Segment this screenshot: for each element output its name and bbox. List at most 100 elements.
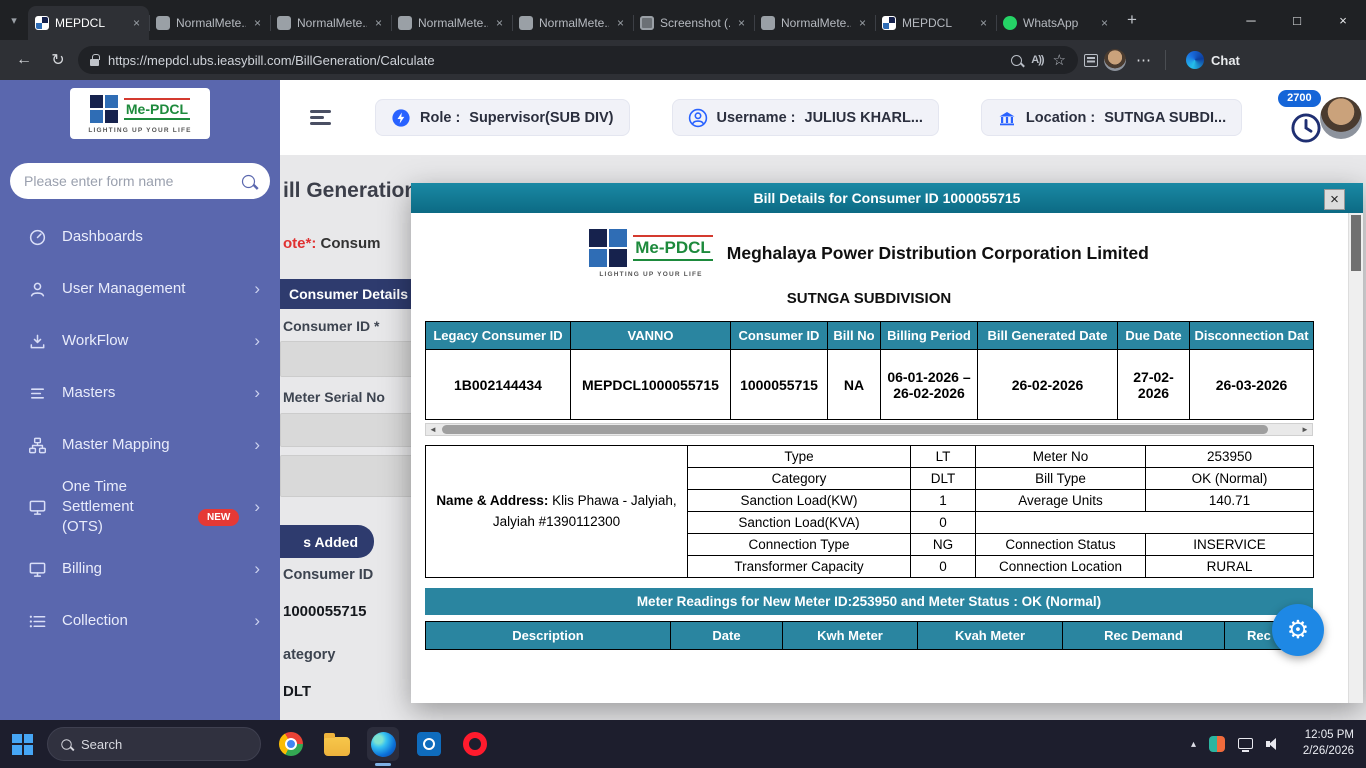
- refresh-icon[interactable]: ↻: [44, 50, 72, 70]
- subdivision-title: SUTNGA SUBDIVISION: [786, 290, 952, 307]
- speaker-icon[interactable]: [1266, 738, 1279, 750]
- document-favicon-icon: [519, 16, 533, 30]
- user-icon: [30, 282, 45, 297]
- taskbar-app-explorer[interactable]: [321, 727, 353, 761]
- new-tab-button[interactable]: +: [1117, 0, 1147, 40]
- edge-icon: [370, 731, 396, 757]
- browser-tab-normalmeter[interactable]: NormalMete... ×: [754, 6, 875, 40]
- sidebar-item-label: WorkFlow: [62, 331, 129, 349]
- browser-menu-icon[interactable]: ⋯: [1132, 51, 1155, 69]
- horizontal-scrollbar[interactable]: ◄ ►: [425, 423, 1313, 436]
- role-pill[interactable]: Role : Supervisor(SUB DIV): [375, 99, 630, 136]
- sidebar-item-collection[interactable]: Collection ›: [0, 595, 280, 647]
- address-bar[interactable]: https://mepdcl.ubs.ieasybill.com/BillGen…: [78, 46, 1078, 74]
- consumer-id-label: Consumer ID *: [283, 318, 380, 334]
- browser-tab-normalmeter[interactable]: NormalMete... ×: [149, 6, 270, 40]
- tab-close-icon[interactable]: ×: [494, 16, 505, 30]
- taskbar-app-outlook[interactable]: [413, 727, 445, 761]
- taskbar-app-chrome[interactable]: [275, 727, 307, 761]
- search-icon: [61, 738, 72, 750]
- sidebar-item-label: Master Mapping: [62, 435, 170, 453]
- page-title: ill Generation: [283, 179, 418, 202]
- browser-tab-normalmeter[interactable]: NormalMete... ×: [270, 6, 391, 40]
- taskbar-search[interactable]: Search: [47, 727, 261, 761]
- location-pill[interactable]: Location : SUTNGA SUBDI...: [980, 99, 1243, 136]
- browser-tab-whatsapp[interactable]: WhatsApp ×: [996, 6, 1117, 40]
- outlook-icon: [417, 732, 441, 756]
- chat-button[interactable]: Chat: [1176, 51, 1250, 69]
- tab-close-icon[interactable]: ×: [857, 16, 868, 30]
- name-address-label: Name & Address:: [436, 492, 549, 508]
- sidebar-item-billing[interactable]: Billing ›: [0, 543, 280, 595]
- gear-icon: ⚙: [1286, 616, 1310, 644]
- browser-tab-screenshot[interactable]: Screenshot (... ×: [633, 6, 754, 40]
- vertical-scrollbar[interactable]: [1348, 213, 1363, 703]
- scroll-right-icon[interactable]: ►: [1298, 424, 1312, 435]
- table-cell: 26-02-2026: [977, 349, 1118, 420]
- scrollbar-track[interactable]: [440, 424, 1298, 435]
- user-avatar[interactable]: [1320, 96, 1363, 139]
- column-header: Consumer ID: [730, 321, 828, 350]
- sidebar-item-one-time-settlement[interactable]: One Time Settlement (OTS) NEW ›: [0, 471, 280, 543]
- menu-toggle-icon[interactable]: [310, 107, 331, 129]
- scroll-left-icon[interactable]: ◄: [426, 424, 440, 435]
- sidebar-item-masters[interactable]: Masters ›: [0, 367, 280, 419]
- browser-tab-mepdcl[interactable]: MEPDCL ×: [28, 6, 149, 40]
- browser-tab-normalmeter[interactable]: NormalMete... ×: [391, 6, 512, 40]
- tab-close-icon[interactable]: ×: [373, 16, 384, 30]
- zoom-icon[interactable]: [1011, 54, 1023, 66]
- collections-icon[interactable]: [1084, 53, 1098, 67]
- tab-search-chevron-icon[interactable]: ▾: [0, 0, 28, 40]
- dashboard-icon: [29, 229, 46, 245]
- tray-chevron-icon[interactable]: ▴: [1191, 739, 1196, 750]
- display-icon[interactable]: [1238, 737, 1253, 752]
- sidebar-item-dashboards[interactable]: Dashboards: [0, 211, 280, 263]
- modal-close-button[interactable]: ×: [1324, 189, 1345, 210]
- favorites-star-icon[interactable]: ☆: [1053, 51, 1066, 69]
- scrollbar-thumb[interactable]: [1351, 215, 1361, 271]
- tab-close-icon[interactable]: ×: [978, 16, 989, 30]
- read-aloud-icon[interactable]: A)): [1031, 54, 1044, 66]
- tab-close-icon[interactable]: ×: [131, 16, 142, 30]
- meter-readings-title: Meter Readings for New Meter ID:253950 a…: [425, 588, 1313, 615]
- start-button[interactable]: [12, 733, 33, 755]
- browser-tab-strip: ▾ MEPDCL × NormalMete... × NormalMete...…: [0, 0, 1366, 40]
- browser-tab-normalmeter[interactable]: NormalMete... ×: [512, 6, 633, 40]
- role-label: Role :: [420, 109, 461, 126]
- tray-app-icon[interactable]: [1209, 736, 1225, 752]
- table-row: 1B002144434 MEPDCL1000055715 1000055715 …: [425, 349, 1314, 420]
- taskbar-app-edge[interactable]: [367, 727, 399, 761]
- tab-close-icon[interactable]: ×: [252, 16, 263, 30]
- sidebar-item-master-mapping[interactable]: Master Mapping ›: [0, 419, 280, 471]
- tab-close-icon[interactable]: ×: [1099, 16, 1110, 30]
- form-search-input[interactable]: [24, 173, 235, 189]
- url-text[interactable]: https://mepdcl.ubs.ieasybill.com/BillGen…: [108, 53, 1002, 68]
- mepdcl-logo-mark-icon: [589, 229, 628, 267]
- maximize-button[interactable]: □: [1274, 0, 1320, 40]
- info-label: Meter No: [975, 445, 1146, 468]
- monitor-icon: [29, 562, 46, 577]
- chevron-right-icon: ›: [254, 497, 260, 516]
- info-row: Name & Address: Klis Phawa - Jalyiah, Ja…: [425, 445, 1314, 578]
- search-icon[interactable]: [241, 174, 256, 188]
- tab-close-icon[interactable]: ×: [736, 16, 747, 30]
- sidebar-item-user-management[interactable]: User Management ›: [0, 263, 280, 315]
- settings-fab-button[interactable]: ⚙: [1272, 604, 1324, 656]
- browser-tab-mepdcl[interactable]: MEPDCL ×: [875, 6, 996, 40]
- image-favicon-icon: [640, 16, 654, 30]
- minimize-button[interactable]: ─: [1228, 0, 1274, 40]
- location-value: SUTNGA SUBDI...: [1104, 109, 1227, 126]
- sidebar-item-workflow[interactable]: WorkFlow ›: [0, 315, 280, 367]
- taskbar-app-opera[interactable]: [459, 727, 491, 761]
- consumer-id-field-label: Consumer ID: [283, 567, 374, 583]
- username-pill[interactable]: Username : JULIUS KHARL...: [671, 99, 939, 136]
- browser-profile-avatar[interactable]: [1104, 49, 1126, 71]
- taskbar-clock[interactable]: 12:05 PM 2/26/2026: [1292, 728, 1354, 759]
- info-label: Sanction Load(KVA): [687, 511, 911, 534]
- tab-close-icon[interactable]: ×: [615, 16, 626, 30]
- back-icon[interactable]: ←: [10, 51, 38, 69]
- info-label: Category: [687, 467, 911, 490]
- form-search-box: [10, 163, 270, 199]
- close-window-button[interactable]: ×: [1320, 0, 1366, 40]
- scrollbar-thumb[interactable]: [442, 425, 1268, 434]
